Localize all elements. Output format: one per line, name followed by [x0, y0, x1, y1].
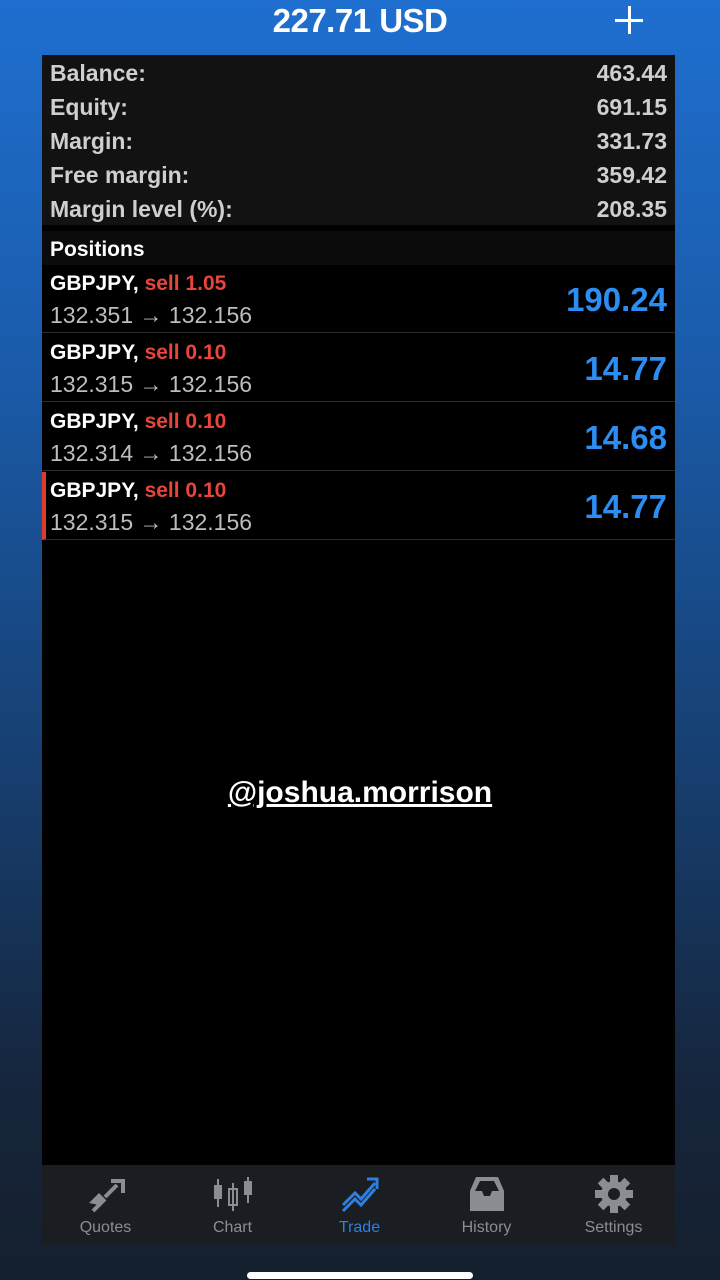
tab-label: Quotes	[79, 1219, 132, 1236]
quotes-icon	[89, 1179, 125, 1213]
trade-panel: Balance: 463.44 Equity: 691.15 Margin: 3…	[42, 55, 675, 1165]
summary-margin: Margin: 331.73	[42, 123, 675, 157]
position-profit: 14.68	[584, 419, 667, 456]
tab-chart[interactable]: Chart	[169, 1165, 296, 1245]
summary-value: 208.35	[596, 196, 667, 222]
position-header: GBPJPY, sell 0.10	[50, 410, 226, 434]
position-symbol: GBPJPY,	[50, 341, 139, 364]
settings-icon	[595, 1175, 633, 1213]
position-symbol: GBPJPY,	[50, 272, 139, 295]
position-row[interactable]: GBPJPY, sell 0.10 132.314 → 132.156 14.6…	[42, 403, 675, 471]
position-prices: 132.315 → 132.156	[50, 509, 253, 535]
tab-trade[interactable]: Trade	[296, 1165, 423, 1245]
summary-label: Equity:	[50, 94, 128, 120]
summary-label: Balance:	[50, 60, 146, 86]
position-symbol: GBPJPY,	[50, 479, 139, 502]
tab-label: Chart	[212, 1219, 253, 1236]
home-indicator[interactable]	[247, 1272, 473, 1279]
position-side: sell 0.10	[144, 341, 227, 364]
position-header: GBPJPY, sell 0.10	[50, 479, 226, 503]
position-symbol: GBPJPY,	[50, 410, 139, 433]
tab-quotes[interactable]: Quotes	[42, 1165, 169, 1245]
bottom-tab-bar: Quotes Chart Trade History Settings	[42, 1165, 675, 1245]
tab-settings[interactable]: Settings	[550, 1165, 677, 1245]
positions-section-header: Positions	[42, 231, 675, 265]
position-prices: 132.315 → 132.156	[50, 371, 253, 397]
position-profit: 190.24	[566, 281, 667, 318]
summary-equity: Equity: 691.15	[42, 89, 675, 123]
position-header: GBPJPY, sell 1.05	[50, 272, 226, 296]
position-row[interactable]: GBPJPY, sell 1.05 132.351 → 132.156 190.…	[42, 265, 675, 333]
position-prices: 132.314 → 132.156	[50, 440, 253, 466]
summary-label: Margin level (%):	[50, 196, 233, 222]
history-icon	[470, 1177, 504, 1211]
summary-label: Free margin:	[50, 162, 190, 188]
position-header: GBPJPY, sell 0.10	[50, 341, 226, 365]
summary-value: 691.15	[596, 94, 667, 120]
add-order-button[interactable]	[608, 0, 650, 42]
position-side: sell 0.10	[144, 410, 227, 433]
position-profit: 14.77	[584, 488, 667, 525]
summary-free-margin: Free margin: 359.42	[42, 157, 675, 191]
tab-label: History	[461, 1219, 512, 1236]
tab-history[interactable]: History	[423, 1165, 550, 1245]
app-header: 227.71 USD	[0, 0, 720, 48]
positions-title: Positions	[50, 238, 145, 261]
watermark-handle: @joshua.morrison	[227, 776, 493, 809]
chart-icon	[214, 1177, 252, 1211]
summary-balance: Balance: 463.44	[42, 55, 675, 89]
summary-label: Margin:	[50, 128, 134, 154]
position-side: sell 0.10	[144, 479, 227, 502]
summary-value: 359.42	[596, 162, 667, 188]
tab-label: Settings	[584, 1219, 643, 1236]
summary-value: 331.73	[596, 128, 667, 154]
trade-icon	[341, 1177, 379, 1213]
summary-value: 463.44	[596, 60, 667, 86]
summary-margin-level: Margin level (%): 208.35	[42, 191, 675, 225]
position-prices: 132.351 → 132.156	[50, 302, 253, 328]
position-profit: 14.77	[584, 350, 667, 387]
position-row-selected[interactable]: GBPJPY, sell 0.10 132.315 → 132.156 14.7…	[42, 472, 675, 540]
position-row[interactable]: GBPJPY, sell 0.10 132.315 → 132.156 14.7…	[42, 334, 675, 402]
position-side: sell 1.05	[144, 272, 227, 295]
tab-label: Trade	[338, 1219, 381, 1236]
